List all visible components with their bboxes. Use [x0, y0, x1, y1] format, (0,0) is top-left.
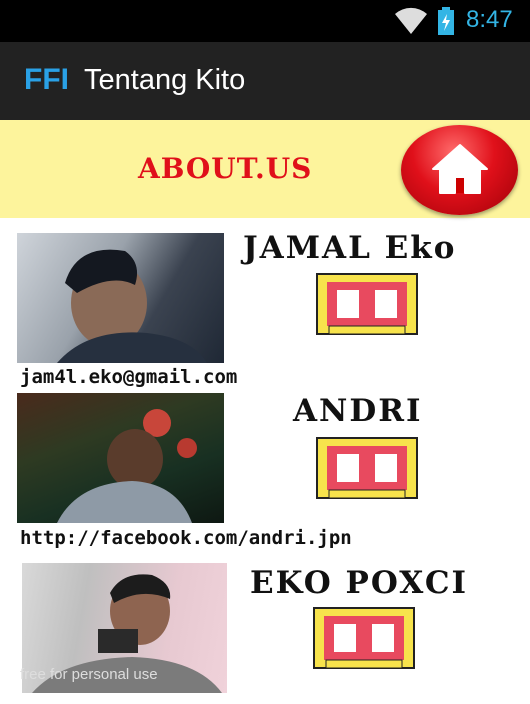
school-crest-icon	[316, 437, 418, 499]
status-time: 8:47	[466, 6, 513, 33]
member-photo	[17, 233, 224, 363]
member-name: ANDRI	[293, 393, 423, 429]
school-crest-icon	[316, 273, 418, 335]
about-heading: ABOUT.US	[138, 152, 313, 185]
home-button[interactable]	[401, 125, 518, 215]
action-bar	[0, 42, 530, 120]
member-contact[interactable]: jam4l.eko@gmail.com	[20, 366, 237, 388]
wifi-icon	[395, 7, 427, 34]
school-crest-icon	[313, 607, 415, 669]
member-name: JAMAL Eko	[243, 230, 457, 266]
page-title: Tentang Kito	[84, 64, 246, 96]
member-contact[interactable]: http://facebook.com/andri.jpn	[20, 527, 352, 549]
member-photo	[17, 393, 224, 523]
watermark: free for personal use	[20, 666, 158, 683]
home-icon	[432, 144, 488, 194]
app-logo[interactable]: FFI	[24, 63, 69, 97]
battery-icon	[438, 7, 454, 35]
status-bar: 8:47	[0, 0, 530, 42]
member-name: EKO POXCI	[250, 565, 468, 601]
